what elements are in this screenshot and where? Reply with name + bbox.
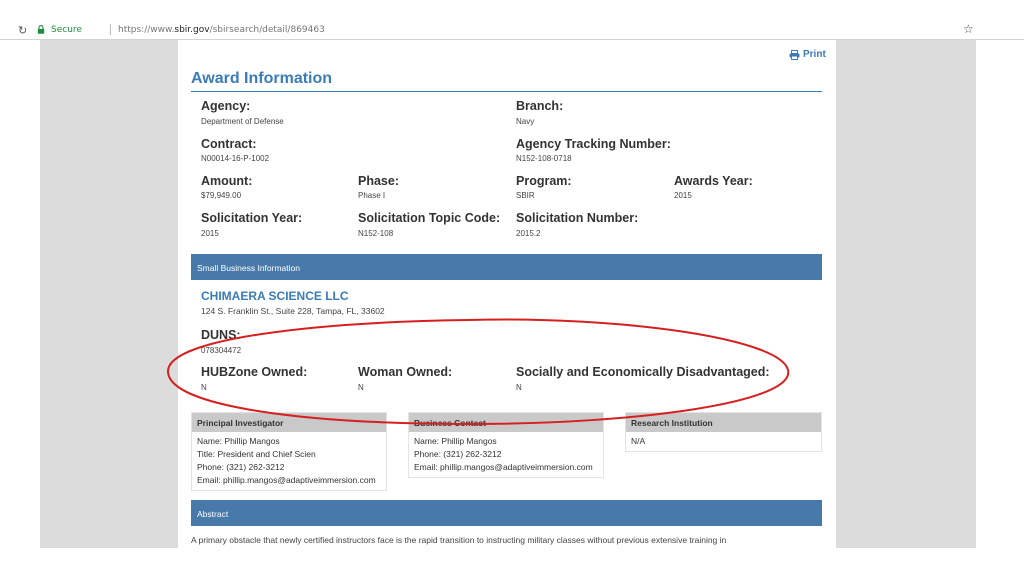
program-label: Program:: [516, 174, 572, 188]
agency-value: Department of Defense: [201, 117, 284, 126]
address-divider: [110, 24, 111, 35]
solicitation-number-value: 2015.2: [516, 229, 541, 238]
topic-code-value: N152-108: [358, 229, 394, 238]
small-business-header: Small Business Information: [191, 254, 822, 280]
url-path: /sbirsearch/detail/869463: [209, 25, 325, 35]
woman-owned-value: N: [358, 383, 364, 392]
branch-label: Branch:: [516, 99, 564, 113]
tracking-number-value: N152-108-0718: [516, 154, 572, 163]
contract-label: Contract:: [201, 137, 257, 151]
disadvantaged-label: Socially and Economically Disadvantaged:: [516, 365, 770, 379]
phase-value: Phase I: [358, 191, 386, 200]
branch-value: Navy: [516, 117, 535, 126]
contract-value: N00014-16-P-1002: [201, 154, 270, 163]
abstract-header: Abstract: [191, 500, 822, 526]
pi-title: Title: President and Chief Scien: [197, 449, 316, 459]
browser-toolbar: ↻ Secure https://www.sbir.gov/sbirsearch…: [0, 0, 1024, 40]
business-contact-box: Business Contact Name: Phillip Mangos Ph…: [408, 412, 604, 478]
amount-value: $79,949.00: [201, 191, 242, 200]
printer-icon: [789, 49, 800, 60]
hubzone-label: HUBZone Owned:: [201, 365, 308, 379]
business-address: 124 S. Franklin St., Suite 228, Tampa, F…: [201, 306, 385, 316]
solicitation-number-label: Solicitation Number:: [516, 211, 639, 225]
bc-phone: Phone: (321) 262-3212: [414, 449, 502, 459]
bc-email[interactable]: Email: phillip.mangos@adaptiveimmersion.…: [409, 461, 603, 474]
tracking-number-label: Agency Tracking Number:: [516, 137, 671, 151]
lock-icon: [37, 25, 45, 34]
ri-value: N/A: [631, 436, 646, 446]
research-institution-box: Research Institution N/A: [625, 412, 822, 452]
disadvantaged-value: N: [516, 383, 522, 392]
print-link[interactable]: Print: [789, 49, 826, 60]
research-institution-title: Research Institution: [626, 413, 821, 432]
amount-label: Amount:: [201, 174, 253, 188]
solicitation-year-label: Solicitation Year:: [201, 211, 303, 225]
program-value: SBIR: [516, 191, 535, 200]
reload-icon[interactable]: ↻: [18, 24, 27, 37]
print-label: Print: [803, 49, 826, 60]
url-prefix: https://www.: [118, 25, 175, 35]
duns-label: DUNS:: [201, 328, 241, 342]
agency-label: Agency:: [201, 99, 251, 113]
abstract-text: A primary obstacle that newly certified …: [191, 535, 727, 545]
business-name-link[interactable]: CHIMAERA SCIENCE LLC: [201, 289, 349, 303]
awards-year-value: 2015: [674, 191, 692, 200]
topic-code-label: Solicitation Topic Code:: [358, 211, 501, 225]
pi-email[interactable]: Email: phillip.mangos@adaptiveimmersion.…: [192, 474, 386, 487]
pi-name: Name: Phillip Mangos: [197, 436, 280, 446]
bookmark-star-icon[interactable]: ☆: [963, 22, 974, 36]
page-title: Award Information: [191, 70, 333, 87]
business-contact-title: Business Contact: [409, 413, 603, 432]
secure-label: Secure: [51, 25, 82, 35]
principal-investigator-box: Principal Investigator Name: Phillip Man…: [191, 412, 387, 491]
phase-label: Phase:: [358, 174, 399, 188]
title-divider: [191, 91, 822, 92]
woman-owned-label: Woman Owned:: [358, 365, 453, 379]
url-host: sbir.gov: [174, 25, 210, 35]
address-bar-url[interactable]: https://www.sbir.gov/sbirsearch/detail/8…: [118, 25, 325, 35]
principal-investigator-title: Principal Investigator: [192, 413, 386, 432]
hubzone-value: N: [201, 383, 207, 392]
awards-year-label: Awards Year:: [674, 174, 753, 188]
pi-phone: Phone: (321) 262-3212: [197, 462, 285, 472]
solicitation-year-value: 2015: [201, 229, 219, 238]
bc-name: Name: Phillip Mangos: [414, 436, 497, 446]
duns-value: 078304472: [201, 346, 242, 355]
